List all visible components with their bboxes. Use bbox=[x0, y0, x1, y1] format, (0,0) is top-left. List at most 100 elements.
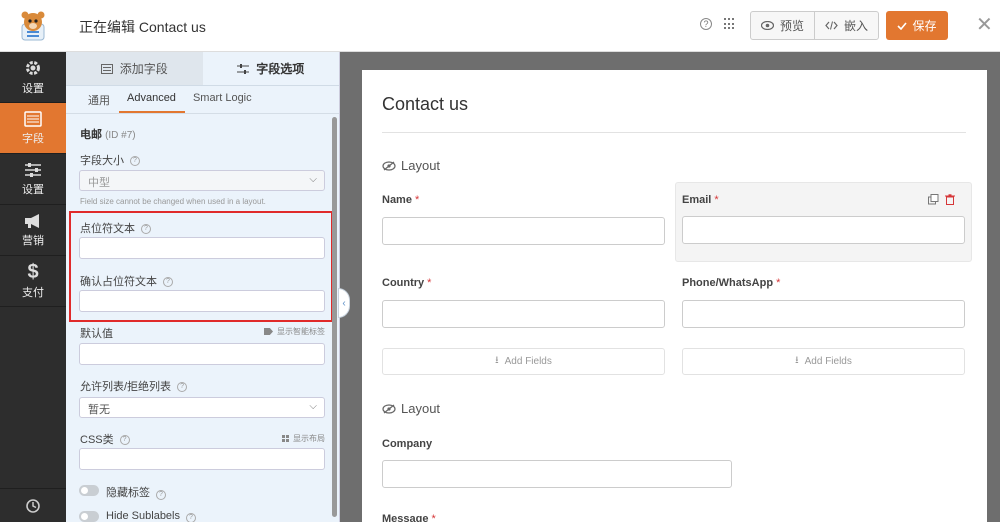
nav-item-marketing[interactable]: 营销 bbox=[0, 205, 66, 256]
help-icon[interactable]: ? bbox=[130, 156, 140, 167]
css-class-label: CSS类? bbox=[80, 431, 130, 447]
preview-label: 预览 bbox=[780, 19, 805, 33]
allowlist-label: 允许列表/拒绝列表? bbox=[80, 378, 188, 394]
dollar-icon: $ bbox=[27, 260, 39, 283]
sliders-icon bbox=[25, 162, 41, 177]
field-name: 电邮 bbox=[80, 129, 102, 141]
name-input[interactable] bbox=[382, 217, 665, 245]
tab-label: 字段选项 bbox=[256, 62, 305, 76]
chevron-down-icon: ⌵ bbox=[309, 174, 317, 185]
nav-item-form-settings[interactable]: 设置 bbox=[0, 154, 66, 205]
eye-icon bbox=[761, 21, 774, 30]
help-icon[interactable]: ? bbox=[156, 490, 166, 500]
nav-label: 支付 bbox=[22, 286, 44, 299]
tab-field-options[interactable]: 字段选项 bbox=[202, 52, 339, 85]
phone-label: Phone/WhatsApp * bbox=[682, 277, 781, 289]
add-fields-button-right[interactable]: ⭳ Add Fields bbox=[682, 348, 965, 375]
close-icon[interactable]: ✕ bbox=[976, 15, 993, 35]
link-text: 显示智能标签 bbox=[277, 327, 325, 336]
select-value: 中型 bbox=[88, 177, 110, 189]
help-icon[interactable]: ? bbox=[177, 382, 188, 393]
name-label: Name * bbox=[382, 194, 420, 206]
default-value-label: 默认值 bbox=[80, 328, 113, 340]
embed-label: 嵌入 bbox=[844, 19, 869, 33]
subtab-advanced[interactable]: Advanced bbox=[119, 86, 185, 113]
code-icon bbox=[825, 21, 838, 30]
save-label: 保存 bbox=[912, 19, 937, 33]
layout-label: Layout bbox=[401, 158, 441, 173]
chevron-left-icon: ‹ bbox=[342, 297, 346, 309]
tab-add-fields[interactable]: 添加字段 bbox=[66, 52, 203, 85]
email-input[interactable] bbox=[682, 216, 965, 244]
country-input[interactable] bbox=[382, 300, 665, 328]
subtab-general[interactable]: 通用 bbox=[80, 86, 119, 113]
smart-tags-link[interactable]: 显示智能标签 bbox=[264, 326, 325, 337]
trash-icon[interactable] bbox=[945, 194, 955, 205]
embed-button[interactable]: 嵌入 bbox=[814, 12, 878, 39]
field-size-label: 字段大小? bbox=[80, 152, 140, 168]
megaphone-icon bbox=[25, 213, 39, 228]
company-input[interactable] bbox=[382, 460, 732, 488]
preview-button[interactable]: 预览 bbox=[751, 12, 814, 39]
hide-label-text: 隐藏标签? bbox=[106, 484, 166, 500]
nav-label: 营销 bbox=[22, 234, 44, 247]
panel-tabs: 添加字段 字段选项 bbox=[66, 52, 339, 86]
nav-item-payments[interactable]: $ 支付 bbox=[0, 256, 66, 307]
message-label: Message * bbox=[382, 513, 436, 522]
help-icon[interactable]: ? bbox=[700, 18, 712, 30]
phone-input[interactable] bbox=[682, 300, 965, 328]
sliders-icon bbox=[237, 63, 250, 74]
duplicate-icon[interactable] bbox=[928, 194, 939, 205]
layout-grid-icon bbox=[282, 435, 289, 442]
panel-scrollbar[interactable] bbox=[332, 117, 337, 517]
country-label: Country * bbox=[382, 277, 432, 289]
revisions-button[interactable] bbox=[0, 488, 66, 522]
hide-label-toggle[interactable] bbox=[79, 485, 99, 496]
list-icon bbox=[100, 63, 113, 74]
show-layouts-link[interactable]: 显示布局 bbox=[282, 433, 325, 444]
top-bar: 正在编辑 Contact us ? 预览 嵌入 保存 ✕ bbox=[0, 0, 1000, 52]
highlight-box bbox=[69, 211, 333, 322]
add-fields-label: Add Fields bbox=[504, 356, 552, 367]
download-arrow-icon: ⭳ bbox=[495, 355, 499, 366]
allowlist-select[interactable]: 暂无 ⌵ bbox=[79, 397, 325, 418]
css-class-input[interactable] bbox=[79, 448, 325, 470]
eye-slash-icon bbox=[382, 160, 396, 171]
email-label: Email * bbox=[682, 194, 719, 206]
default-value-input[interactable] bbox=[79, 343, 325, 365]
tag-icon bbox=[264, 328, 273, 335]
nav-item-settings[interactable]: 设置 bbox=[0, 52, 66, 103]
add-fields-button-left[interactable]: ⭳ Add Fields bbox=[382, 348, 665, 375]
save-button[interactable]: 保存 bbox=[886, 11, 948, 40]
nav-label: 设置 bbox=[22, 82, 44, 95]
check-icon bbox=[897, 21, 908, 30]
grid-menu-icon[interactable] bbox=[724, 18, 736, 30]
download-arrow-icon: ⭳ bbox=[795, 355, 799, 366]
wpforms-logo bbox=[0, 0, 66, 52]
help-icon[interactable]: ? bbox=[186, 513, 196, 522]
layout-heading: Layout bbox=[382, 158, 440, 173]
subtab-smart-logic[interactable]: Smart Logic bbox=[185, 86, 261, 113]
eye-slash-icon bbox=[382, 403, 396, 414]
page-title: 正在编辑 Contact us bbox=[79, 19, 206, 35]
field-size-select: 中型 ⌵ bbox=[79, 170, 325, 191]
hide-sublabels-toggle[interactable] bbox=[79, 511, 99, 522]
form-canvas: Contact us Layout Name * Email * Country * … bbox=[362, 70, 987, 522]
field-id: (ID #7) bbox=[105, 130, 136, 141]
help-icon[interactable]: ? bbox=[119, 435, 130, 446]
nav-item-fields[interactable]: 字段 bbox=[0, 103, 66, 154]
form-title: Contact us bbox=[382, 94, 469, 114]
field-size-note: Field size cannot be changed when used i… bbox=[80, 197, 266, 206]
add-fields-label: Add Fields bbox=[804, 356, 852, 367]
bear-logo-icon bbox=[21, 11, 45, 41]
layout-label: Layout bbox=[401, 401, 441, 416]
preview-embed-group: 预览 嵌入 bbox=[750, 11, 880, 40]
left-nav: 设置 字段 设置 营销 $ 支付 bbox=[0, 52, 66, 522]
select-value: 暂无 bbox=[88, 404, 110, 416]
field-actions bbox=[928, 194, 955, 205]
tab-label: 添加字段 bbox=[119, 62, 168, 76]
nav-label: 设置 bbox=[22, 183, 44, 196]
link-text: 显示布局 bbox=[293, 434, 325, 443]
layout-heading: Layout bbox=[382, 401, 440, 416]
hide-sublabels-text: Hide Sublabels? bbox=[106, 510, 196, 522]
